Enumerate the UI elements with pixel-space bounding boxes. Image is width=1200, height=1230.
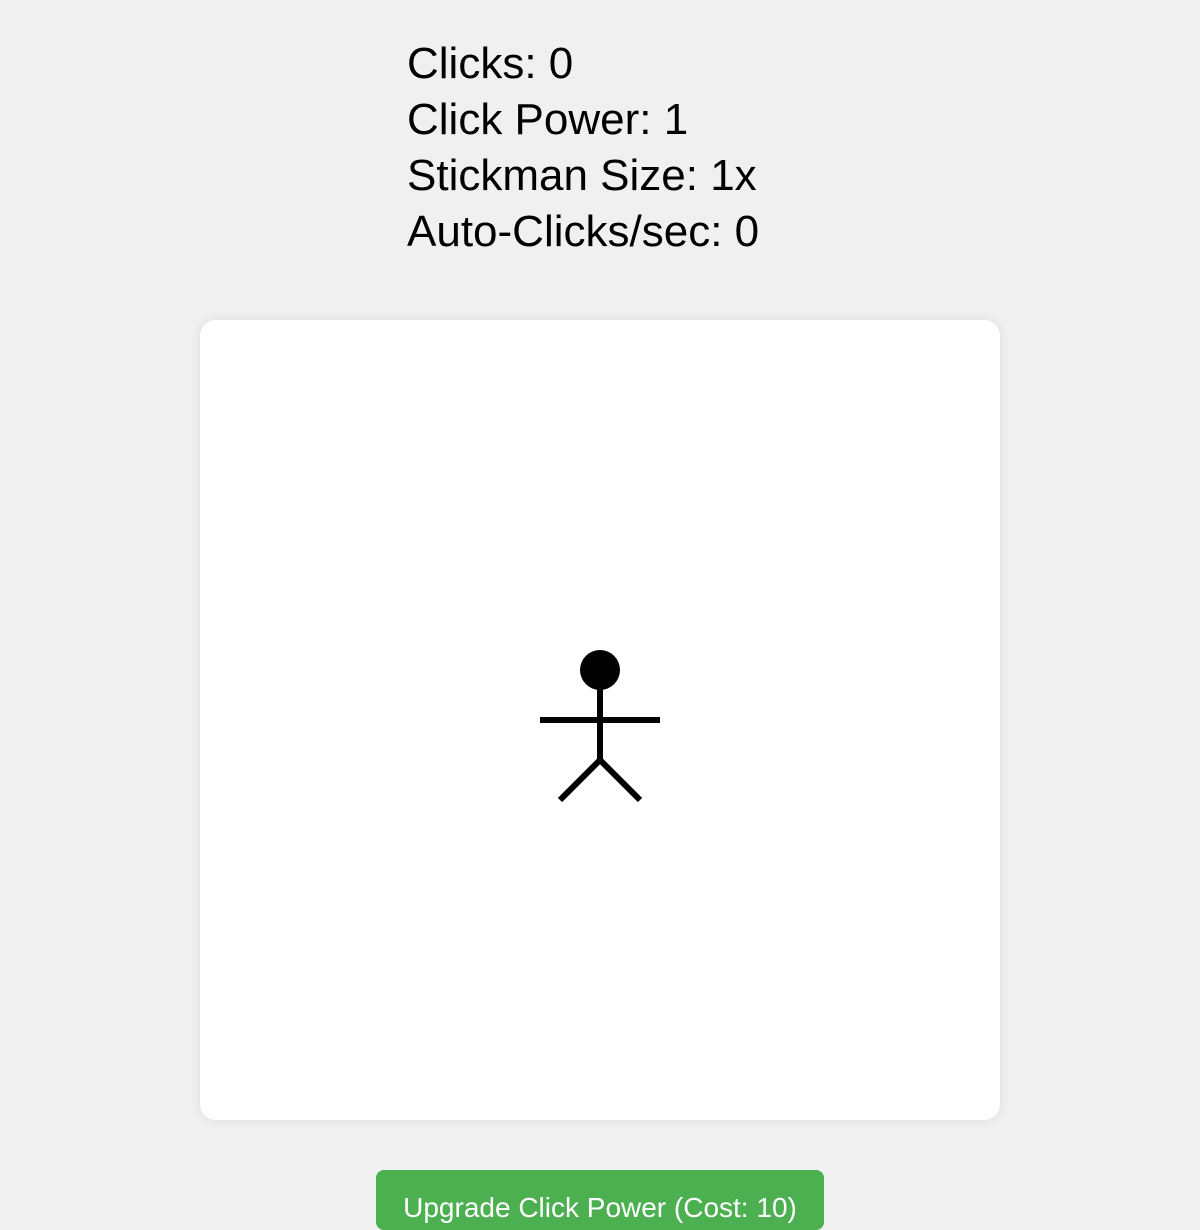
stats-panel: Clicks: 0 Click Power: 1 Stickman Size: … (407, 36, 1007, 260)
click-power-stat: Click Power: 1 (407, 95, 689, 144)
stickman-left-leg (557, 757, 603, 803)
clicks-counter: Clicks: 0 (407, 39, 574, 88)
stickman-size-stat: Stickman Size: 1x (407, 151, 757, 200)
stickman-right-leg (597, 757, 643, 803)
stickman-head (580, 650, 620, 690)
stickman-icon[interactable] (530, 640, 670, 810)
auto-clicks-stat: Auto-Clicks/sec: 0 (407, 207, 760, 256)
upgrade-click-power-button[interactable]: Upgrade Click Power (Cost: 10) (376, 1170, 824, 1230)
